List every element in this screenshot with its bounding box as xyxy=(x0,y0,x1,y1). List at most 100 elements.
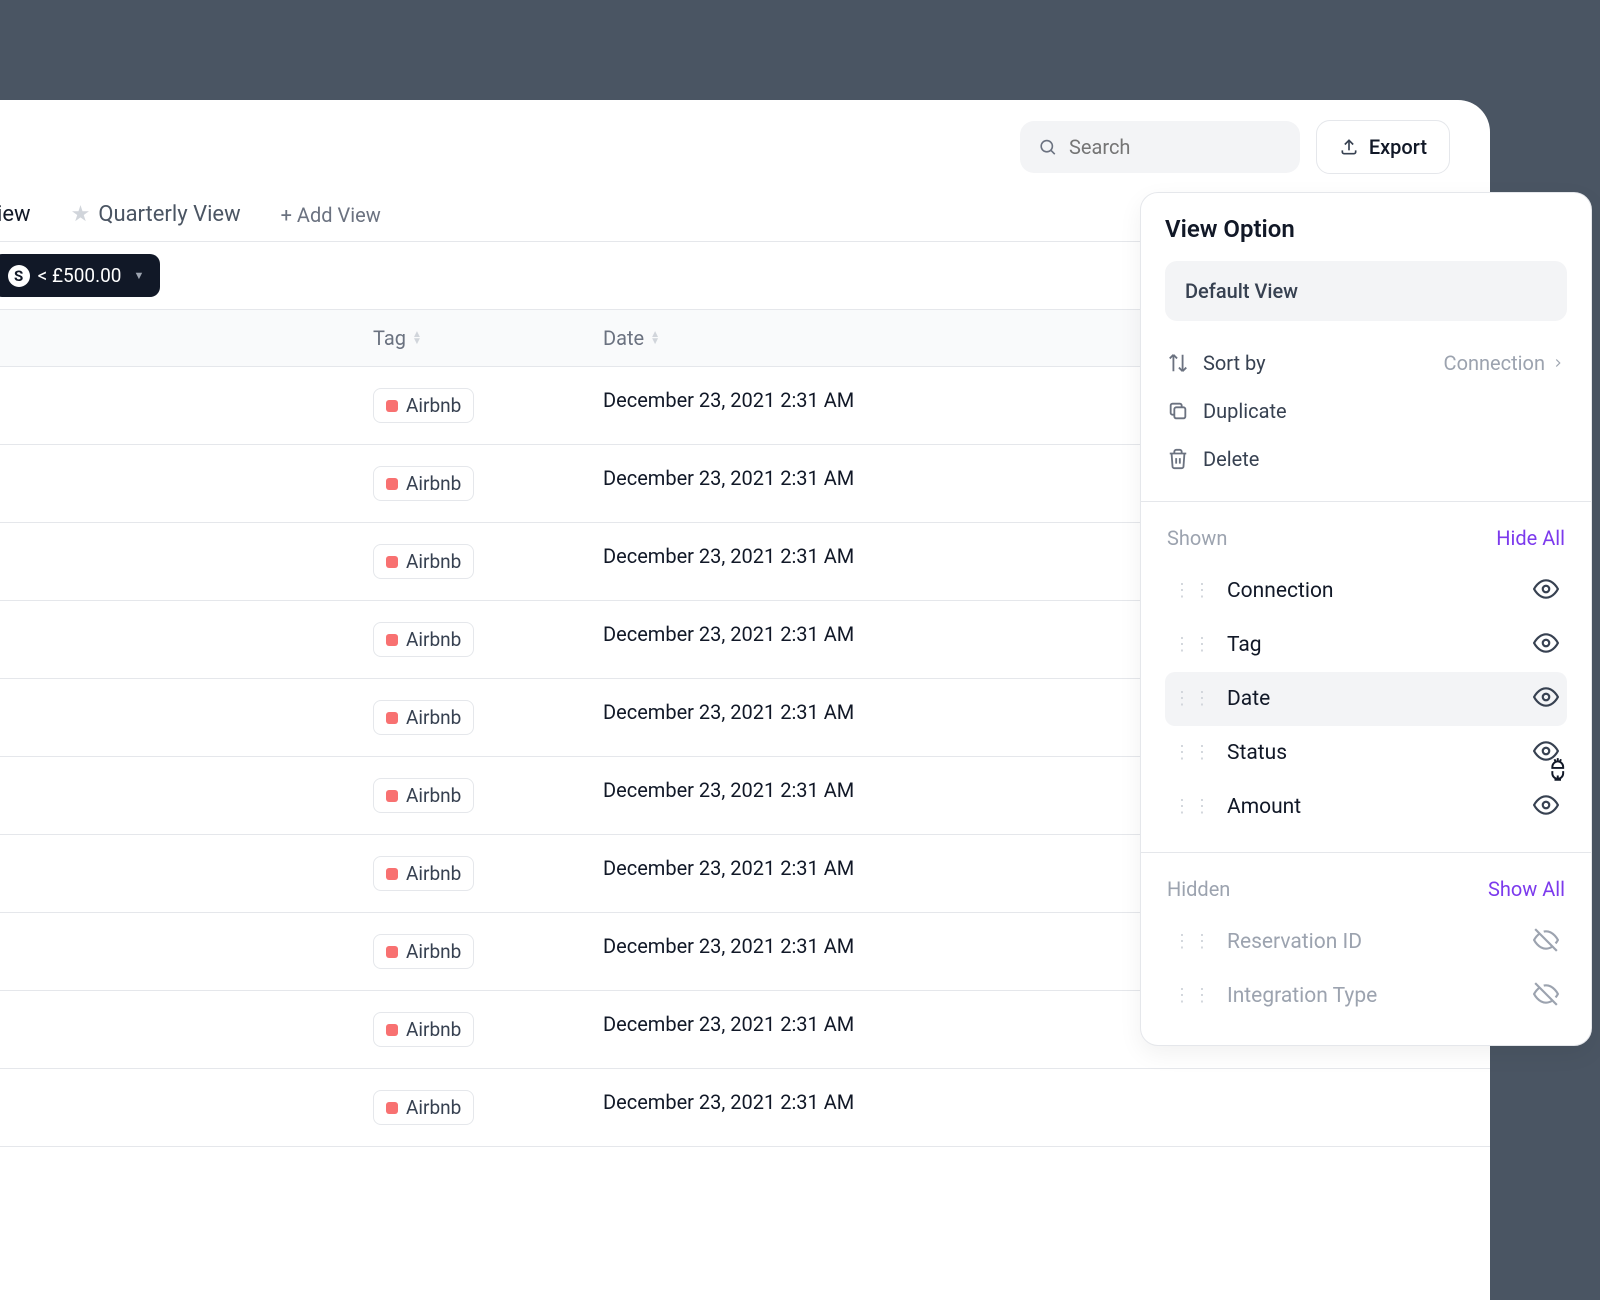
drag-handle-icon[interactable]: ⋮⋮ xyxy=(1173,641,1213,649)
column-item[interactable]: ⋮⋮ Reservation ID xyxy=(1165,915,1567,969)
divider xyxy=(1141,852,1591,853)
shown-columns-list: ⋮⋮ Connection ⋮⋮ Tag ⋮⋮ Date ⋮⋮ Status ⋮… xyxy=(1165,564,1567,834)
sort-icon: ▲▼ xyxy=(650,331,660,345)
sort-by-action[interactable]: Sort by Connection xyxy=(1165,339,1567,387)
drag-handle-icon[interactable]: ⋮⋮ xyxy=(1173,695,1213,703)
tag-label: Airbnb xyxy=(406,862,461,885)
hidden-columns-list: ⋮⋮ Reservation ID ⋮⋮ Integration Type xyxy=(1165,915,1567,1023)
drag-handle-icon[interactable]: ⋮⋮ xyxy=(1173,992,1213,1000)
column-header-tag[interactable]: Tag ▲▼ xyxy=(0,326,603,350)
export-label: Export xyxy=(1369,135,1427,159)
tag-badge[interactable]: Airbnb xyxy=(373,1090,474,1125)
filter-amount-label: < £500.00 xyxy=(38,264,122,287)
search-icon xyxy=(1038,136,1057,158)
divider xyxy=(1141,501,1591,502)
tab-quarterly-view[interactable]: ★ Quarterly View xyxy=(71,202,241,227)
column-item[interactable]: ⋮⋮ Connection xyxy=(1165,564,1567,618)
th-tag-label: Tag xyxy=(373,326,406,350)
hide-all-link[interactable]: Hide All xyxy=(1496,526,1565,550)
tag-badge[interactable]: Airbnb xyxy=(373,856,474,891)
drag-handle-icon[interactable]: ⋮⋮ xyxy=(1173,938,1213,946)
eye-off-icon[interactable] xyxy=(1533,927,1559,957)
eye-icon[interactable] xyxy=(1533,792,1559,822)
cell-tag: Airbnb xyxy=(0,388,603,423)
cell-tag: Airbnb xyxy=(0,1090,603,1125)
top-bar: Export xyxy=(0,100,1490,194)
tag-label: Airbnb xyxy=(406,628,461,651)
tag-color-dot xyxy=(386,400,398,412)
eye-off-icon[interactable] xyxy=(1533,981,1559,1011)
sort-by-value: Connection xyxy=(1444,351,1565,375)
tag-color-dot xyxy=(386,868,398,880)
column-name: Reservation ID xyxy=(1227,930,1519,954)
column-item[interactable]: ⋮⋮ Date xyxy=(1165,672,1567,726)
drag-handle-icon[interactable]: ⋮⋮ xyxy=(1173,749,1213,757)
delete-label: Delete xyxy=(1203,447,1259,471)
column-item[interactable]: ⋮⋮ Tag xyxy=(1165,618,1567,672)
table-row[interactable]: Airbnb December 23, 2021 2:31 AM xyxy=(0,1069,1490,1147)
search-box[interactable] xyxy=(1020,121,1300,173)
tag-color-dot xyxy=(386,712,398,724)
filter-amount[interactable]: S < £500.00 ▼ xyxy=(0,254,160,297)
cell-date: December 23, 2021 2:31 AM xyxy=(603,856,854,891)
sort-icon xyxy=(1167,352,1189,374)
cell-tag: Airbnb xyxy=(0,934,603,969)
column-header-date[interactable]: Date ▲▼ xyxy=(603,326,660,350)
tag-color-dot xyxy=(386,478,398,490)
chevron-right-icon xyxy=(1551,356,1565,370)
delete-action[interactable]: Delete xyxy=(1165,435,1567,483)
cell-tag: Airbnb xyxy=(0,544,603,579)
tag-color-dot xyxy=(386,790,398,802)
star-icon: ★ xyxy=(71,202,91,227)
sort-by-label: Sort by xyxy=(1203,351,1266,375)
export-button[interactable]: Export xyxy=(1316,120,1450,174)
cell-tag: Airbnb xyxy=(0,700,603,735)
eye-icon[interactable] xyxy=(1533,630,1559,660)
cell-date: December 23, 2021 2:31 AM xyxy=(603,1090,854,1125)
chevron-down-icon: ▼ xyxy=(133,269,144,282)
tag-label: Airbnb xyxy=(406,1018,461,1041)
column-name: Status xyxy=(1227,741,1519,765)
upload-icon xyxy=(1339,137,1359,157)
cell-tag: Airbnb xyxy=(0,856,603,891)
cell-tag: Airbnb xyxy=(0,466,603,501)
cell-tag: Airbnb xyxy=(0,1012,603,1047)
tag-label: Airbnb xyxy=(406,550,461,573)
column-item[interactable]: ⋮⋮ Amount xyxy=(1165,780,1567,834)
duplicate-action[interactable]: Duplicate xyxy=(1165,387,1567,435)
hidden-section-header: Hidden Show All xyxy=(1165,871,1567,915)
tag-label: Airbnb xyxy=(406,394,461,417)
cell-tag: Airbnb xyxy=(0,622,603,657)
sort-icon: ▲▼ xyxy=(412,331,422,345)
column-item[interactable]: ⋮⋮ Status xyxy=(1165,726,1567,780)
tag-badge[interactable]: Airbnb xyxy=(373,388,474,423)
drag-handle-icon[interactable]: ⋮⋮ xyxy=(1173,803,1213,811)
cell-date: December 23, 2021 2:31 AM xyxy=(603,778,854,813)
add-view-button[interactable]: + Add View xyxy=(281,203,381,227)
search-input[interactable] xyxy=(1069,135,1282,159)
cell-date: December 23, 2021 2:31 AM xyxy=(603,1012,854,1047)
tag-badge[interactable]: Airbnb xyxy=(373,778,474,813)
eye-icon[interactable] xyxy=(1533,684,1559,714)
tag-badge[interactable]: Airbnb xyxy=(373,622,474,657)
tag-badge[interactable]: Airbnb xyxy=(373,466,474,501)
cell-date: December 23, 2021 2:31 AM xyxy=(603,934,854,969)
tag-label: Airbnb xyxy=(406,940,461,963)
column-item[interactable]: ⋮⋮ Integration Type xyxy=(1165,969,1567,1023)
shown-label: Shown xyxy=(1167,526,1227,550)
column-name: Amount xyxy=(1227,795,1519,819)
eye-icon[interactable] xyxy=(1533,738,1559,768)
view-option-panel: View Option Default View Sort by Connect… xyxy=(1140,192,1592,1046)
tag-badge[interactable]: Airbnb xyxy=(373,544,474,579)
drag-handle-icon[interactable]: ⋮⋮ xyxy=(1173,587,1213,595)
tag-color-dot xyxy=(386,556,398,568)
duplicate-icon xyxy=(1167,400,1189,422)
eye-icon[interactable] xyxy=(1533,576,1559,606)
tag-badge[interactable]: Airbnb xyxy=(373,934,474,969)
tab-yearly-view[interactable]: Yearly View xyxy=(0,202,31,227)
duplicate-label: Duplicate xyxy=(1203,399,1287,423)
tag-badge[interactable]: Airbnb xyxy=(373,700,474,735)
show-all-link[interactable]: Show All xyxy=(1488,877,1565,901)
tag-badge[interactable]: Airbnb xyxy=(373,1012,474,1047)
default-view-box[interactable]: Default View xyxy=(1165,261,1567,321)
